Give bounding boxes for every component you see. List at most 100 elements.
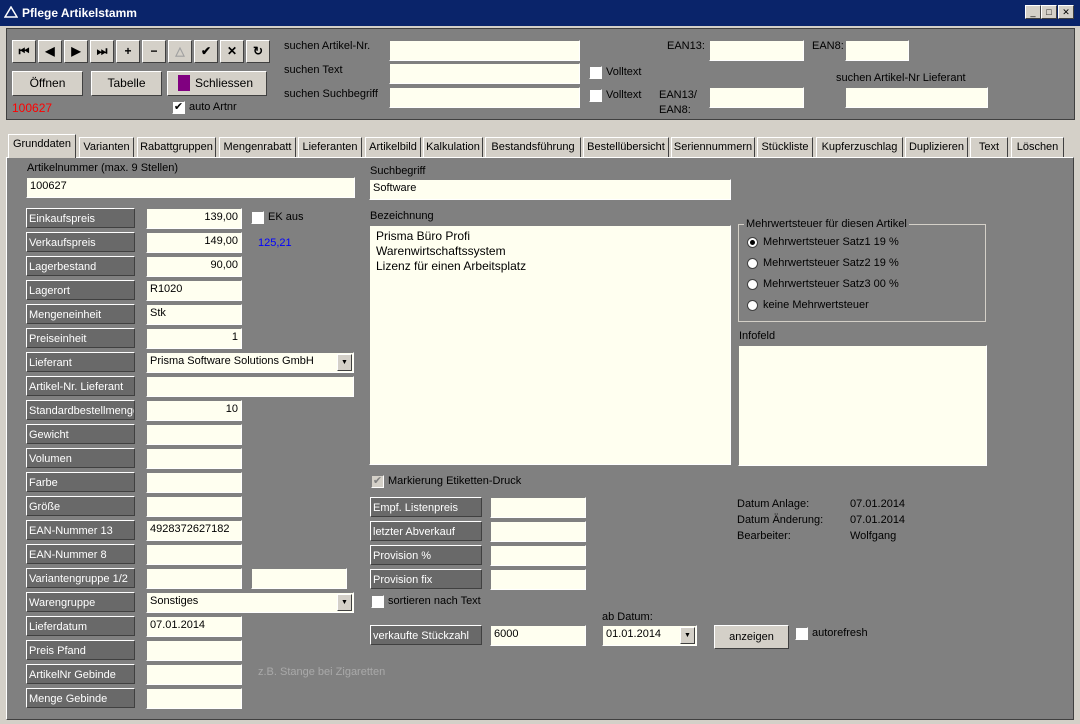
close-button[interactable]: Schliessen bbox=[167, 71, 267, 96]
refresh-button[interactable]: ↻ bbox=[246, 40, 270, 63]
tab-bestelluebersicht[interactable]: Bestellübersicht bbox=[583, 137, 669, 157]
ean-nummer-8-input[interactable] bbox=[146, 544, 242, 565]
artikel-nr-lieferant-label: Artikel-Nr. Lieferant bbox=[26, 376, 135, 396]
artikel-nr-lieferant-input[interactable] bbox=[146, 376, 354, 397]
anzeigen-button[interactable]: anzeigen bbox=[714, 625, 789, 649]
mwst-satz1-radio[interactable] bbox=[747, 237, 758, 248]
tab-artikelbild[interactable]: Artikelbild bbox=[365, 137, 421, 157]
etiketten-checkbox[interactable]: ✔ bbox=[371, 475, 384, 488]
search-suchbegriff-label: suchen Suchbegriff bbox=[284, 88, 378, 100]
gewicht-input[interactable] bbox=[146, 424, 242, 445]
empf-listenpreis-input[interactable] bbox=[490, 497, 586, 518]
ean8-input[interactable] bbox=[845, 40, 909, 61]
verkaufte-stueckzahl-input[interactable]: 6000 bbox=[490, 625, 586, 646]
add-record-button[interactable]: + bbox=[116, 40, 140, 63]
net-price: 125,21 bbox=[258, 237, 292, 249]
prev-record-button[interactable]: ◀ bbox=[38, 40, 62, 63]
volltext-text-checkbox[interactable] bbox=[589, 66, 602, 79]
lieferant-select[interactable]: Prisma Software Solutions GmbH ▼ bbox=[146, 352, 354, 373]
infofeld-textarea[interactable] bbox=[738, 345, 987, 466]
preiseinheit-input[interactable]: 1 bbox=[146, 328, 242, 349]
tab-seriennummern[interactable]: Seriennummern bbox=[671, 137, 755, 157]
tab-loeschen[interactable]: Löschen bbox=[1011, 137, 1064, 157]
bezeichnung-textarea[interactable]: Prisma Büro Profi Warenwirtschaftssystem… bbox=[369, 225, 731, 465]
record-number: 100627 bbox=[12, 101, 53, 115]
menge-gebinde-input[interactable] bbox=[146, 688, 242, 709]
farbe-input[interactable] bbox=[146, 472, 242, 493]
next-record-button[interactable]: ▶ bbox=[64, 40, 88, 63]
ab-datum-dropdown-icon[interactable]: ▼ bbox=[680, 627, 695, 644]
auto-artnr-checkbox[interactable]: ✔ bbox=[172, 101, 185, 114]
preiseinheit-label: Preiseinheit bbox=[26, 328, 135, 348]
open-button[interactable]: Öffnen bbox=[12, 71, 83, 96]
tab-lieferanten[interactable]: Lieferanten bbox=[298, 137, 362, 157]
search-text-input[interactable] bbox=[389, 63, 580, 84]
tab-varianten[interactable]: Varianten bbox=[79, 137, 134, 157]
tab-kupferzuschlag[interactable]: Kupferzuschlag bbox=[816, 137, 903, 157]
keine-mwst-radio[interactable] bbox=[747, 300, 758, 311]
tab-grunddaten[interactable]: Grunddaten bbox=[8, 134, 76, 158]
ab-datum-select[interactable]: 01.01.2014 ▼ bbox=[602, 625, 697, 646]
tab-kalkulation[interactable]: Kalkulation bbox=[423, 137, 483, 157]
suchbegriff-input[interactable]: Software bbox=[369, 179, 731, 200]
tab-duplizieren[interactable]: Duplizieren bbox=[905, 137, 968, 157]
lagerort-input[interactable]: R1020 bbox=[146, 280, 242, 301]
edit-record-button[interactable]: △ bbox=[168, 40, 192, 63]
tab-rabattgruppen[interactable]: Rabattgruppen bbox=[137, 137, 216, 157]
ean13-8-input[interactable] bbox=[709, 87, 804, 108]
tab-bestandsfuehrung[interactable]: Bestandsführung bbox=[485, 137, 581, 157]
letzter-abverkauf-label: letzter Abverkauf bbox=[370, 521, 482, 541]
preis-pfand-input[interactable] bbox=[146, 640, 242, 661]
close-window-button[interactable]: ✕ bbox=[1058, 5, 1074, 19]
provision-prozent-input[interactable] bbox=[490, 545, 586, 566]
minimize-button[interactable]: _ bbox=[1025, 5, 1041, 19]
ean8-label: EAN8: bbox=[812, 40, 844, 52]
warengruppe-select[interactable]: Sonstiges ▼ bbox=[146, 592, 354, 613]
variantengruppe-1-input[interactable] bbox=[146, 568, 242, 589]
search-artikel-nr-input[interactable] bbox=[389, 40, 580, 61]
lagerort-label: Lagerort bbox=[26, 280, 135, 300]
lagerbestand-input[interactable]: 90,00 bbox=[146, 256, 242, 277]
verkaufte-stueckzahl-label: verkaufte Stückzahl bbox=[370, 625, 482, 645]
artikelnr-gebinde-input[interactable] bbox=[146, 664, 242, 685]
warengruppe-dropdown-icon[interactable]: ▼ bbox=[337, 594, 352, 611]
mengeneinheit-input[interactable]: Stk bbox=[146, 304, 242, 325]
mwst-satz3-radio[interactable] bbox=[747, 279, 758, 290]
first-record-button[interactable]: ⏮ bbox=[12, 40, 36, 63]
warengruppe-label: Warengruppe bbox=[26, 592, 135, 612]
standardbestellmenge-input[interactable]: 10 bbox=[146, 400, 242, 421]
search-lieferant-input[interactable] bbox=[845, 87, 988, 108]
tab-mengenrabatt[interactable]: Mengenrabatt bbox=[219, 137, 296, 157]
gebinde-hint: z.B. Stange bei Zigaretten bbox=[258, 666, 386, 678]
ean-nummer-13-input[interactable]: 4928372627182 bbox=[146, 520, 242, 541]
artikelnummer-input[interactable]: 100627 bbox=[26, 177, 355, 198]
infofeld-label: Infofeld bbox=[739, 330, 776, 342]
lieferant-dropdown-icon[interactable]: ▼ bbox=[337, 354, 352, 371]
cancel-record-button[interactable]: ✕ bbox=[220, 40, 244, 63]
volumen-input[interactable] bbox=[146, 448, 242, 469]
ean13-input[interactable] bbox=[709, 40, 804, 61]
tab-stueckliste[interactable]: Stückliste bbox=[757, 137, 813, 157]
letzter-abverkauf-input[interactable] bbox=[490, 521, 586, 542]
lieferdatum-input[interactable]: 07.01.2014 bbox=[146, 616, 242, 637]
verkaufspreis-input[interactable]: 149,00 bbox=[146, 232, 242, 253]
groesse-input[interactable] bbox=[146, 496, 242, 517]
einkaufspreis-input[interactable]: 139,00 bbox=[146, 208, 242, 229]
autorefresh-checkbox[interactable] bbox=[795, 627, 808, 640]
last-record-button[interactable]: ⏭ bbox=[90, 40, 114, 63]
sortieren-checkbox[interactable] bbox=[371, 595, 384, 608]
maximize-button[interactable]: □ bbox=[1041, 5, 1057, 19]
tab-text[interactable]: Text bbox=[970, 137, 1008, 157]
delete-record-button[interactable]: − bbox=[142, 40, 166, 63]
post-record-button[interactable]: ✔ bbox=[194, 40, 218, 63]
table-button[interactable]: Tabelle bbox=[91, 71, 162, 96]
provision-fix-input[interactable] bbox=[490, 569, 586, 590]
mwst-group-label: Mehrwertsteuer für diesen Artikel bbox=[744, 218, 909, 230]
search-suchbegriff-input[interactable] bbox=[389, 87, 580, 108]
volltext-suchbegriff-checkbox[interactable] bbox=[589, 89, 602, 102]
ek-aus-checkbox[interactable] bbox=[251, 211, 264, 224]
provision-prozent-label: Provision % bbox=[370, 545, 482, 565]
warengruppe-value: Sonstiges bbox=[150, 595, 199, 607]
variantengruppe-2-input[interactable] bbox=[251, 568, 347, 589]
mwst-satz2-radio[interactable] bbox=[747, 258, 758, 269]
